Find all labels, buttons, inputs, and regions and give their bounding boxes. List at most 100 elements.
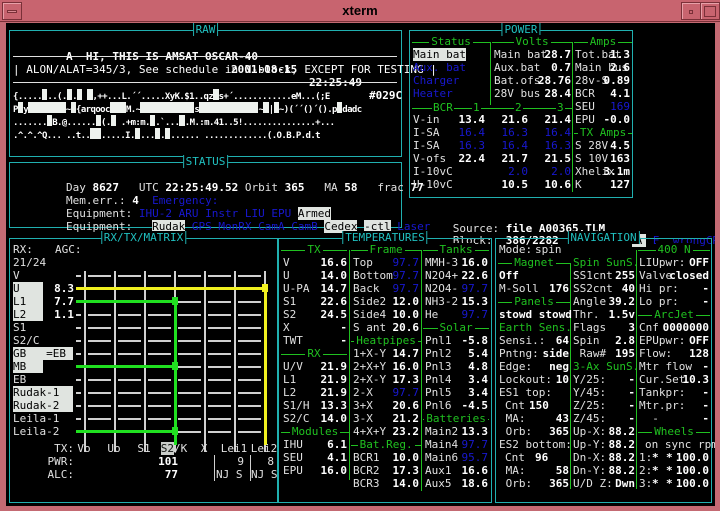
- matrix-grid-h: [238, 340, 261, 342]
- matrix-grid-h: [76, 327, 81, 329]
- bcr-value: 2.0: [551, 165, 571, 178]
- spin-2-value: 39.2: [608, 295, 636, 308]
- temps-tanks-3-value: 15.3: [461, 295, 489, 308]
- matrix-row-eb[interactable]: EB: [13, 373, 43, 386]
- agc-label: AGC:: [55, 243, 82, 256]
- matrix-grid-h: [178, 392, 201, 394]
- ax3-7-value: 88.2: [608, 464, 636, 477]
- matrix-row-2124[interactable]: 21/24: [13, 256, 46, 269]
- terminal[interactable]: RAW A HI, THIS IS AMSAT OSCAR-40 2001-08…: [6, 23, 715, 506]
- equipment-item-monrx: MonRX: [218, 220, 252, 233]
- ma-label: MA: [324, 181, 338, 194]
- tx-col-lei1[interactable]: Lei1: [221, 442, 248, 455]
- matrix-grid-h: [238, 405, 261, 407]
- temps-batteries-2-value: 95.7: [461, 451, 489, 464]
- wheel-rpm: 100.0: [675, 451, 709, 464]
- matrix-row-s1[interactable]: S1: [13, 321, 43, 334]
- spin-5-value: 2.8: [615, 334, 635, 347]
- mode-label: Mode:: [499, 243, 533, 256]
- matrix-row-gbeb[interactable]: GB =EB: [13, 347, 73, 360]
- power-status-0: Main bat: [413, 48, 466, 61]
- msoll-value: 176: [549, 282, 569, 295]
- matrix-grid-h: [148, 353, 171, 355]
- maximize-button[interactable]: [700, 2, 720, 20]
- temps-tx-2-value: 14.7: [320, 282, 348, 295]
- matrix-row-s2c[interactable]: S2/C: [13, 334, 43, 347]
- matrix-row-mb[interactable]: MB: [13, 360, 43, 373]
- temps-tx-5-value: -: [340, 321, 347, 334]
- power-amps-header: Amps: [587, 35, 619, 48]
- orbit-value: 365: [284, 181, 305, 194]
- matrix-row-leila1[interactable]: Leila-1: [13, 412, 73, 425]
- pwr-lei2: 8: [267, 455, 274, 468]
- bcr-row-label: I-SA: [413, 126, 440, 139]
- matrix-row-rudak2[interactable]: Rudak-2: [13, 399, 73, 412]
- matrix-grid-h: [208, 392, 231, 394]
- matrix-grid-h: [238, 379, 261, 381]
- spin-4-value: 3: [628, 321, 635, 334]
- tx-label: TX:: [54, 442, 74, 455]
- es2-ma-value: 58: [555, 464, 569, 477]
- power-volts-1-value: 0.7: [551, 61, 571, 74]
- matrix-grid-h: [208, 327, 231, 329]
- matrix-grid-h: [208, 301, 231, 303]
- temps-heatpipes-0-value: 14.7: [392, 347, 420, 360]
- matrix-grid-h: [208, 405, 231, 407]
- wheel-rpm: 100.0: [675, 464, 709, 477]
- temps-tanks-2-value: 97.7: [461, 282, 489, 295]
- bcr-value: 16.4: [501, 139, 529, 152]
- spin-0-value: 255: [615, 269, 635, 282]
- temps-solar-2-value: 4.8: [468, 360, 488, 373]
- power-volts-header: Volts: [513, 35, 551, 48]
- matrix-grid-v: [204, 271, 206, 452]
- raw-title: RAW: [192, 23, 219, 36]
- raw-panel: RAW A HI, THIS IS AMSAT OSCAR-40 2001-08…: [9, 23, 437, 157]
- tx-col-x[interactable]: X: [201, 442, 208, 455]
- tx-col-vo[interactable]: Vo: [77, 442, 90, 455]
- tx-col-s1[interactable]: S1: [137, 442, 150, 455]
- bcr-value: 16.4: [458, 126, 486, 139]
- titlebar[interactable]: xterm: [0, 0, 720, 22]
- temps-rx-2-value: 21.9: [320, 386, 348, 399]
- matrix-grid-h: [76, 405, 81, 407]
- raw-dump-line: Py ~ {arqooc M.~ s ~ | ~)(´´()´().p dadc: [13, 102, 401, 115]
- temps-batreg-header: Bat.Reg.: [357, 438, 415, 451]
- temps-solar-0-value: -5.8: [461, 334, 489, 347]
- es1-cnt-value: 150: [529, 399, 549, 412]
- matrix-grid-h: [118, 405, 141, 407]
- temps-divider: [421, 250, 422, 491]
- es1-ma-value: 43: [555, 412, 569, 425]
- minimize-button[interactable]: [681, 2, 701, 20]
- matrix-link-h: [76, 430, 174, 433]
- tx-col-uo[interactable]: Uo: [107, 442, 120, 455]
- temps-modules-header: Modules: [289, 425, 341, 438]
- frac-label: frac: [377, 181, 404, 194]
- matrix-row-leila2[interactable]: Leila-2: [13, 425, 73, 438]
- temps-heatpipes-2-value: 17.3: [392, 373, 420, 386]
- tx-col-lei2[interactable]: Lei2: [251, 442, 278, 455]
- bcr-row-label: U-10vC: [413, 178, 453, 191]
- matrix-link-h: [76, 300, 174, 303]
- matrix-grid-h: [118, 275, 141, 277]
- matrix-row-rudak1[interactable]: Rudak-1: [13, 386, 73, 399]
- n400-1-value: closed: [669, 269, 709, 282]
- temps-tx-1-value: 14.0: [320, 269, 348, 282]
- power-panel: POWER Status Volts Amps Main bat Aux. bat Cha…: [409, 23, 633, 198]
- temps-batreg-0-value: 10.0: [392, 451, 420, 464]
- temps-frame-3-value: 12.0: [392, 295, 420, 308]
- bcr-value: 16.4: [544, 126, 572, 139]
- tx-amps-1-value: 163: [610, 152, 630, 165]
- matrix-grid-h: [148, 392, 171, 394]
- temps-rx-3-value: 13.3: [320, 399, 348, 412]
- tx-amps-0-value: 4.5: [610, 139, 630, 152]
- tx-amps-3-value: 127: [610, 178, 630, 191]
- tx-col-selected-highlight: [161, 442, 174, 455]
- matrix-grid-h: [88, 353, 111, 355]
- matrix-link-h: [76, 287, 264, 290]
- matrix-grid-h: [88, 327, 111, 329]
- matrix-grid-h: [238, 275, 261, 277]
- arcjet-7-value: -: [702, 412, 709, 425]
- matrix-row-v[interactable]: V: [13, 269, 43, 282]
- temps-heatpipes-header: Heatpipes: [354, 334, 418, 347]
- matrix-grid-h: [148, 418, 171, 420]
